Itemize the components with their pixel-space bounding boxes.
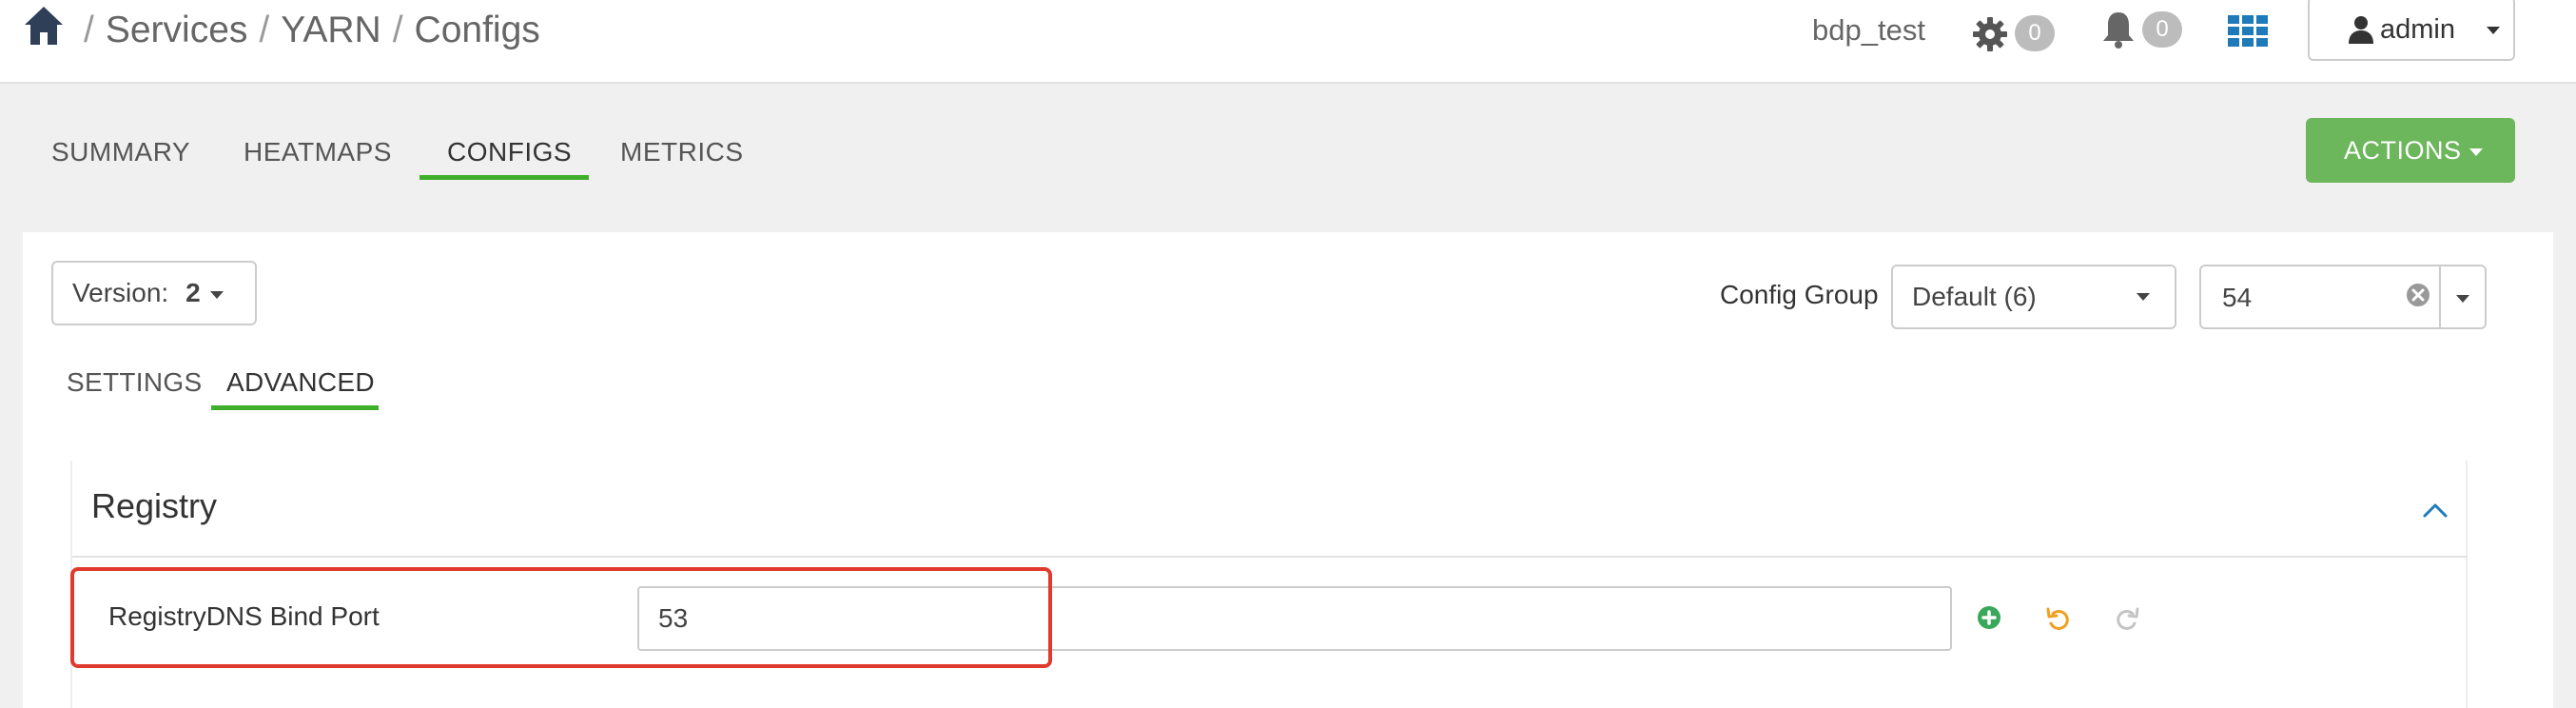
home-icon[interactable] xyxy=(23,4,65,48)
chevron-down-icon xyxy=(209,290,224,299)
subtab-settings[interactable]: SETTINGS xyxy=(67,365,202,400)
config-group-label: Config Group xyxy=(1720,280,1879,309)
section-divider xyxy=(72,556,2468,558)
add-icon[interactable] xyxy=(1977,605,2001,630)
alerts-count-badge: 0 xyxy=(2142,11,2182,48)
breadcrumb-separator: / xyxy=(84,10,94,50)
version-label: Version: xyxy=(72,278,169,307)
section-title[interactable]: Registry xyxy=(91,485,217,527)
cluster-name[interactable]: bdp_test xyxy=(1812,11,1925,49)
tab-summary[interactable]: SUMMARY xyxy=(51,135,190,169)
tab-heatmaps[interactable]: HEATMAPS xyxy=(244,135,392,169)
chevron-down-icon xyxy=(2137,293,2150,301)
config-group-value: Default (6) xyxy=(1912,282,2037,311)
chevron-up-icon[interactable] xyxy=(2422,501,2449,520)
redo-icon xyxy=(2117,607,2139,630)
config-group-select[interactable]: Default (6) xyxy=(1891,265,2176,329)
property-label: RegistryDNS Bind Port xyxy=(108,601,380,631)
chevron-down-icon xyxy=(2487,27,2500,34)
top-navbar: / Services / YARN / Configs bdp_test 0 0 admi… xyxy=(0,0,2576,84)
user-menu-button[interactable]: admin xyxy=(2308,0,2515,61)
bell-icon[interactable] xyxy=(2100,10,2137,49)
version-value: 2 xyxy=(185,278,201,307)
breadcrumb-separator: / xyxy=(259,10,270,50)
actions-button-label: ACTIONS xyxy=(2344,136,2462,165)
breadcrumb-configs: Configs xyxy=(414,10,540,50)
breadcrumb: / Services / YARN / Configs xyxy=(72,8,540,53)
tab-metrics[interactable]: METRICS xyxy=(620,135,744,169)
registrydns-bind-port-input[interactable] xyxy=(637,586,1952,651)
version-dropdown[interactable]: Version: 2 xyxy=(51,261,257,325)
chevron-down-icon xyxy=(2469,148,2483,156)
active-subtab-indicator xyxy=(211,405,379,410)
combobox-divider xyxy=(2439,266,2441,327)
subtab-advanced[interactable]: ADVANCED xyxy=(226,365,375,400)
undo-icon[interactable] xyxy=(2045,605,2072,632)
grid-icon[interactable] xyxy=(2228,15,2268,48)
breadcrumb-separator: / xyxy=(392,10,403,50)
chevron-down-icon[interactable] xyxy=(2456,295,2469,303)
ops-count-badge: 0 xyxy=(2015,15,2055,51)
user-name: admin xyxy=(2380,14,2455,45)
host-filter-combobox[interactable]: 54 xyxy=(2199,265,2487,329)
user-icon xyxy=(2349,16,2373,44)
clear-icon[interactable] xyxy=(2405,282,2431,308)
gear-icon[interactable] xyxy=(1971,15,2009,53)
tab-configs[interactable]: CONFIGS xyxy=(447,135,572,169)
actions-button[interactable]: ACTIONS xyxy=(2306,118,2515,183)
registry-section xyxy=(70,461,2468,708)
active-tab-indicator xyxy=(420,175,589,180)
host-filter-value: 54 xyxy=(2222,283,2253,312)
breadcrumb-yarn[interactable]: YARN xyxy=(281,10,381,50)
breadcrumb-services[interactable]: Services xyxy=(106,10,248,50)
